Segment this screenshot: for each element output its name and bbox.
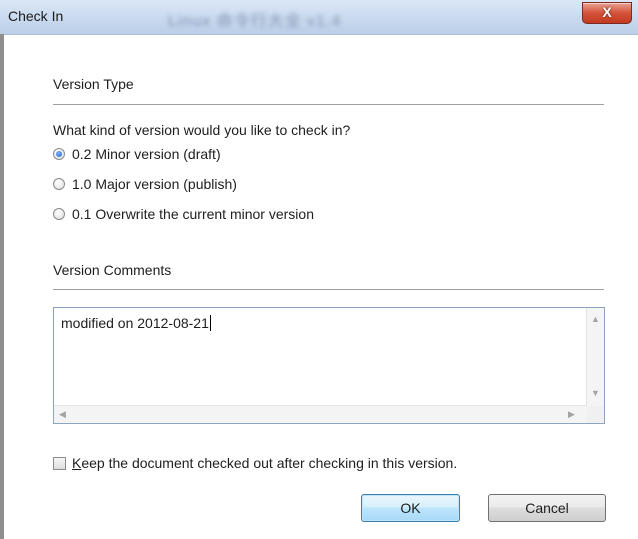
radio-button-checked[interactable] [53, 148, 65, 160]
radio-button[interactable] [53, 178, 65, 190]
scroll-down-icon[interactable]: ▼ [591, 388, 600, 398]
comments-text[interactable]: modified on 2012-08-21 [61, 315, 211, 331]
radio-button[interactable] [53, 208, 65, 220]
cancel-button[interactable]: Cancel [488, 494, 606, 522]
version-comments-divider [53, 289, 604, 290]
radio-label: 0.2 Minor version (draft) [72, 146, 221, 162]
keep-checked-out-label: Keep the document checked out after chec… [72, 455, 458, 471]
check-in-dialog: Check In Linux 命令行大全 v1.4 X Version Type… [0, 0, 638, 539]
text-caret [209, 315, 211, 331]
scroll-up-icon[interactable]: ▲ [591, 314, 600, 324]
radio-overwrite-minor[interactable]: 0.1 Overwrite the current minor version [53, 205, 314, 223]
window-title: Check In [8, 8, 64, 24]
version-comments-heading: Version Comments [53, 262, 172, 278]
horizontal-scrollbar[interactable]: ◀ ▶ [54, 405, 587, 423]
scroll-left-icon[interactable]: ◀ [59, 409, 66, 419]
keep-checked-out-option[interactable]: Keep the document checked out after chec… [53, 454, 457, 472]
background-window-title: Linux 命令行大全 v1.4 [168, 13, 342, 30]
comments-textarea[interactable]: modified on 2012-08-21 ▲ ▼ ◀ ▶ [53, 307, 605, 424]
ok-button[interactable]: OK [361, 494, 460, 522]
radio-label: 0.1 Overwrite the current minor version [72, 206, 314, 222]
close-button[interactable]: X [582, 2, 632, 24]
version-type-heading: Version Type [53, 76, 134, 92]
window-edge [0, 34, 4, 539]
radio-major-version[interactable]: 1.0 Major version (publish) [53, 175, 237, 193]
scroll-right-icon[interactable]: ▶ [568, 409, 575, 419]
radio-label: 1.0 Major version (publish) [72, 176, 237, 192]
version-question: What kind of version would you like to c… [53, 122, 351, 138]
vertical-scrollbar[interactable]: ▲ ▼ [586, 308, 604, 406]
radio-minor-version[interactable]: 0.2 Minor version (draft) [53, 145, 221, 163]
title-bar[interactable]: Check In Linux 命令行大全 v1.4 X [0, 0, 638, 35]
close-icon: X [602, 4, 612, 20]
scrollbar-corner [587, 406, 604, 423]
version-type-divider [53, 104, 604, 105]
keep-checked-out-checkbox[interactable] [53, 456, 66, 470]
